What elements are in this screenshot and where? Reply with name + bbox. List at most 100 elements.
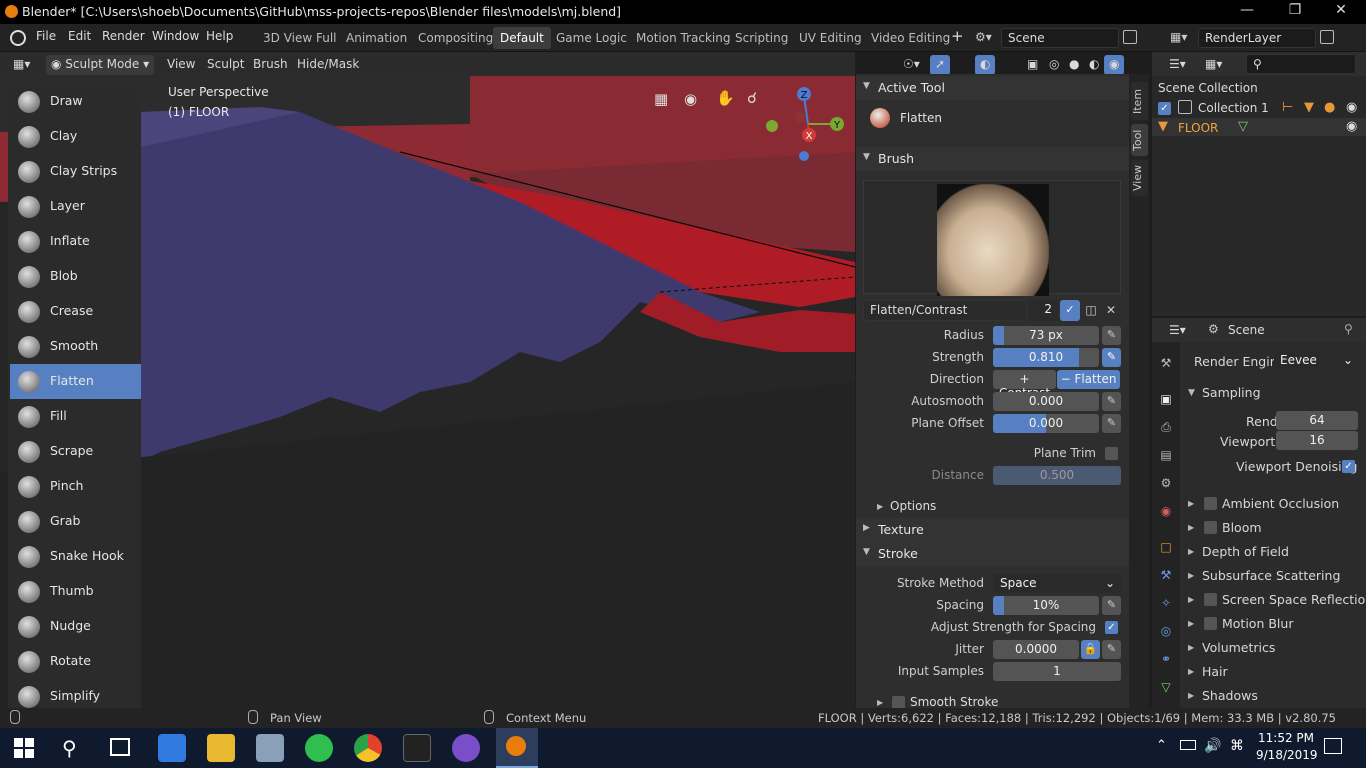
- floor-visibility-eye-icon[interactable]: ◉: [1346, 119, 1357, 134]
- tool-fill[interactable]: Fill: [10, 399, 141, 434]
- store-app-icon[interactable]: [158, 734, 186, 762]
- windows-start-icon[interactable]: [14, 738, 34, 758]
- bloom-expand-icon[interactable]: ▶: [1188, 523, 1194, 532]
- unity-icon[interactable]: [403, 734, 431, 762]
- screen-space-reflections-checkbox[interactable]: [1204, 593, 1217, 606]
- adjust-strength-checkbox[interactable]: ✓: [1105, 621, 1118, 634]
- shading-solid-icon[interactable]: ●: [1064, 55, 1084, 75]
- view-object-types-icon[interactable]: ☉▾: [898, 55, 925, 75]
- volumetrics-expand-icon[interactable]: ▶: [1188, 643, 1194, 652]
- brush-name-field[interactable]: Flatten/Contrast: [863, 300, 1027, 321]
- screen-space-reflections-panel[interactable]: Screen Space Reflections: [1222, 592, 1366, 607]
- tab-item[interactable]: Item: [1131, 82, 1148, 120]
- tab-scripting[interactable]: Scripting: [728, 27, 795, 49]
- bloom-panel[interactable]: Bloom: [1222, 520, 1262, 535]
- constraints-tab-icon[interactable]: ⚭: [1158, 652, 1174, 668]
- tool-draw[interactable]: Draw: [10, 84, 141, 119]
- tool-snake-hook[interactable]: Snake Hook: [10, 539, 141, 574]
- photos-app-icon[interactable]: [256, 734, 284, 762]
- smooth-stroke-subpanel[interactable]: Smooth Stroke: [910, 695, 998, 708]
- subsurface-scattering-expand-icon[interactable]: ▶: [1188, 571, 1194, 580]
- zoom-icon[interactable]: ☌: [747, 89, 757, 107]
- tool-blob[interactable]: Blob: [10, 259, 141, 294]
- spacing-pressure-icon[interactable]: ✎: [1102, 596, 1121, 615]
- duplicate-brush-icon[interactable]: ◫: [1082, 300, 1100, 321]
- world-tab-icon[interactable]: ◉: [1158, 504, 1174, 520]
- tab-uv-editing[interactable]: UV Editing: [792, 27, 869, 49]
- menu-edit[interactable]: Edit: [68, 29, 91, 43]
- jitter-lock-icon[interactable]: 🔒: [1081, 640, 1100, 659]
- ambient-occlusion-checkbox[interactable]: [1204, 497, 1217, 510]
- pin-icon[interactable]: ⚲: [1344, 322, 1353, 336]
- ambient-occlusion-panel[interactable]: Ambient Occlusion: [1222, 496, 1339, 511]
- battery-icon[interactable]: [1180, 740, 1196, 750]
- tool-tab-icon[interactable]: ⚒: [1158, 356, 1174, 372]
- collection-label[interactable]: Collection 1: [1198, 101, 1269, 115]
- motion-blur-expand-icon[interactable]: ▶: [1188, 619, 1194, 628]
- jitter-slider[interactable]: 0.0000: [993, 640, 1079, 659]
- properties-editor-icon[interactable]: ☰▾: [1164, 321, 1191, 341]
- menu-brush[interactable]: Brush: [248, 55, 293, 75]
- active-tool-header[interactable]: ▼ Active Tool: [856, 76, 1129, 100]
- clock-date[interactable]: 9/18/2019: [1256, 748, 1318, 762]
- fake-user-shield-icon[interactable]: ✓: [1060, 300, 1080, 321]
- outliner-editor-icon[interactable]: ☰▾: [1164, 55, 1191, 75]
- overlay-toggle-icon[interactable]: ◐: [975, 55, 996, 75]
- collection-enable-checkbox[interactable]: ✓: [1158, 102, 1171, 115]
- tab-motion-tracking[interactable]: Motion Tracking: [629, 27, 737, 49]
- tool-scrape[interactable]: Scrape: [10, 434, 141, 469]
- whatsapp-icon[interactable]: [305, 734, 333, 762]
- menu-window[interactable]: Window: [152, 29, 199, 43]
- tool-rotate[interactable]: Rotate: [10, 644, 141, 679]
- render-samples-field[interactable]: 64: [1276, 411, 1358, 430]
- floor-object-label[interactable]: FLOOR: [1178, 121, 1218, 135]
- tab-compositing[interactable]: Compositing: [411, 27, 500, 49]
- minimize-button[interactable]: —: [1224, 2, 1270, 22]
- tab-animation[interactable]: Animation: [339, 27, 414, 49]
- motion-blur-checkbox[interactable]: [1204, 617, 1217, 630]
- strength-slider[interactable]: 0.810: [993, 348, 1099, 367]
- maximize-button[interactable]: ❐: [1272, 2, 1318, 22]
- shading-material-icon[interactable]: ◐: [1084, 55, 1104, 75]
- camera-view-icon[interactable]: ◉: [684, 90, 697, 108]
- object-tab-icon[interactable]: □: [1158, 540, 1174, 556]
- stroke-header[interactable]: ▼ Stroke: [856, 542, 1129, 566]
- depth-of-field-panel[interactable]: Depth of Field: [1202, 544, 1289, 559]
- volume-icon[interactable]: 🔊: [1204, 738, 1221, 754]
- modifier-tab-icon[interactable]: ⚒: [1158, 568, 1174, 584]
- tool-grab[interactable]: Grab: [10, 504, 141, 539]
- motion-blur-panel[interactable]: Motion Blur: [1222, 616, 1293, 631]
- depth-of-field-expand-icon[interactable]: ▶: [1188, 547, 1194, 556]
- tool-nudge[interactable]: Nudge: [10, 609, 141, 644]
- tray-chevron-icon[interactable]: ⌃: [1156, 738, 1167, 753]
- smooth-stroke-expand-icon[interactable]: ▶: [877, 698, 883, 707]
- texture-header[interactable]: ▶ Texture: [856, 518, 1129, 542]
- navigation-gizmo[interactable]: Z Y X: [762, 84, 848, 164]
- plane-offset-pressure-icon[interactable]: ✎: [1102, 414, 1121, 433]
- subsurface-scattering-panel[interactable]: Subsurface Scattering: [1202, 568, 1340, 583]
- render-tab-icon[interactable]: ▣: [1158, 392, 1174, 408]
- notifications-icon[interactable]: [1324, 738, 1342, 754]
- shading-rendered-icon[interactable]: ◉: [1104, 55, 1125, 75]
- mesh-data-tab-icon[interactable]: ▽: [1158, 680, 1174, 696]
- brush-header[interactable]: ▼ Brush: [856, 147, 1129, 171]
- collection-visibility-eye-icon[interactable]: ◉: [1346, 100, 1357, 115]
- menu-sculpt[interactable]: Sculpt: [202, 55, 249, 75]
- tool-pinch[interactable]: Pinch: [10, 469, 141, 504]
- viewport-samples-field[interactable]: 16: [1276, 431, 1358, 450]
- chrome-icon[interactable]: [354, 734, 382, 762]
- tool-inflate[interactable]: Inflate: [10, 224, 141, 259]
- mode-selector[interactable]: ◉ Sculpt Mode ▾: [46, 55, 154, 75]
- add-workspace-icon[interactable]: +: [951, 27, 964, 45]
- wifi-icon[interactable]: ⌘: [1230, 738, 1244, 754]
- tool-flatten[interactable]: Flatten: [10, 364, 141, 399]
- xray-toggle-icon[interactable]: ▣: [1022, 55, 1043, 75]
- tab-default[interactable]: Default: [493, 27, 551, 49]
- github-desktop-icon[interactable]: [452, 734, 480, 762]
- copy-renderlayer-icon[interactable]: [1320, 30, 1334, 44]
- brush-preview-box[interactable]: [863, 180, 1121, 296]
- render-engine-select[interactable]: Eevee ⌄: [1274, 351, 1358, 370]
- strength-pressure-icon[interactable]: ✎: [1102, 348, 1121, 367]
- particles-tab-icon[interactable]: ✧: [1158, 596, 1174, 612]
- direction-contrast-button[interactable]: + Contrast: [993, 370, 1056, 400]
